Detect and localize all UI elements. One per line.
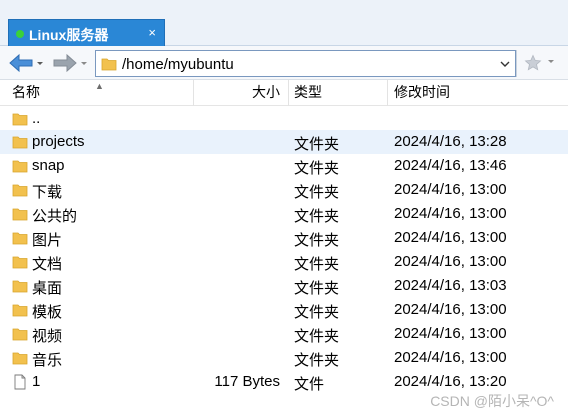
item-modified: 2024/4/16, 13:00 — [394, 181, 507, 198]
list-item[interactable]: snap 文件夹 2024/4/16, 13:46 — [0, 154, 568, 178]
item-size: 117 Bytes — [214, 373, 280, 390]
item-name: 下载 — [32, 184, 63, 201]
list-item-parent[interactable]: .. — [0, 107, 568, 131]
item-name: 图片 — [32, 232, 63, 249]
item-type: 文件夹 — [294, 184, 340, 201]
folder-icon — [12, 232, 28, 245]
file-icon — [14, 374, 26, 390]
column-divider[interactable] — [288, 80, 289, 106]
folder-icon — [12, 328, 28, 341]
list-item[interactable]: 音乐 文件夹 2024/4/16, 13:00 — [0, 346, 568, 370]
toolbar-divider — [516, 50, 517, 77]
item-modified: 2024/4/16, 13:00 — [394, 349, 507, 366]
item-name: 1 — [32, 373, 41, 390]
item-modified: 2024/4/16, 13:00 — [394, 253, 507, 270]
navigation-toolbar: /home/myubuntu — [0, 46, 568, 80]
favorites-chevron-down-icon[interactable] — [546, 57, 556, 67]
item-type: 文件夹 — [294, 256, 340, 273]
address-chevron-down-icon[interactable] — [499, 57, 511, 71]
folder-icon — [12, 208, 28, 221]
back-arrow-icon[interactable] — [8, 53, 34, 73]
folder-icon — [101, 58, 117, 71]
item-type: 文件夹 — [294, 136, 340, 153]
folder-icon — [12, 136, 28, 149]
list-item[interactable]: 公共的 文件夹 2024/4/16, 13:00 — [0, 202, 568, 226]
tab-strip: Linux服务器 × — [0, 0, 568, 46]
item-type: 文件 — [294, 376, 325, 393]
item-type: 文件夹 — [294, 352, 340, 369]
item-modified: 2024/4/16, 13:00 — [394, 229, 507, 246]
list-item[interactable]: projects 文件夹 2024/4/16, 13:28 — [0, 130, 568, 154]
folder-up-icon — [12, 113, 28, 126]
forward-history-chevron-down-icon[interactable] — [78, 55, 90, 71]
item-modified: 2024/4/16, 13:20 — [394, 373, 507, 390]
item-type: 文件夹 — [294, 304, 340, 321]
list-item[interactable]: 图片 文件夹 2024/4/16, 13:00 — [0, 226, 568, 250]
item-name: 视频 — [32, 328, 63, 345]
column-divider[interactable] — [387, 80, 388, 106]
column-header-size[interactable]: 大小 — [252, 80, 280, 106]
column-header-row: ▲ 名称 大小 类型 修改时间 — [0, 80, 568, 106]
item-type: 文件夹 — [294, 328, 340, 345]
forward-arrow-icon[interactable] — [52, 53, 78, 73]
folder-icon — [12, 184, 28, 197]
folder-icon — [12, 256, 28, 269]
item-modified: 2024/4/16, 13:46 — [394, 157, 507, 174]
item-type: 文件夹 — [294, 280, 340, 297]
item-name: .. — [32, 110, 41, 127]
item-modified: 2024/4/16, 13:28 — [394, 133, 507, 150]
item-modified: 2024/4/16, 13:03 — [394, 277, 507, 294]
list-item[interactable]: 下载 文件夹 2024/4/16, 13:00 — [0, 178, 568, 202]
item-type: 文件夹 — [294, 160, 340, 177]
item-name: 公共的 — [32, 208, 78, 225]
folder-icon — [12, 304, 28, 317]
column-header-type[interactable]: 类型 — [294, 80, 322, 106]
list-item[interactable]: 文档 文件夹 2024/4/16, 13:00 — [0, 250, 568, 274]
folder-icon — [12, 160, 28, 173]
address-path[interactable]: /home/myubuntu — [122, 56, 234, 73]
item-modified: 2024/4/16, 13:00 — [394, 325, 507, 342]
file-list: .. projects 文件夹 2024/4/16, 13:28 snap 文件… — [0, 107, 568, 420]
tab-close-icon[interactable]: × — [148, 25, 156, 41]
item-name: 模板 — [32, 304, 63, 321]
list-item[interactable]: 桌面 文件夹 2024/4/16, 13:03 — [0, 274, 568, 298]
item-modified: 2024/4/16, 13:00 — [394, 301, 507, 318]
tab-linux-server[interactable]: Linux服务器 × — [8, 19, 165, 46]
connection-status-icon — [16, 30, 24, 38]
item-name: 音乐 — [32, 352, 63, 369]
column-header-name[interactable]: 名称 — [12, 80, 40, 106]
item-type: 文件夹 — [294, 208, 340, 225]
address-bar[interactable]: /home/myubuntu — [95, 50, 516, 77]
column-divider[interactable] — [193, 80, 194, 106]
folder-icon — [12, 280, 28, 293]
item-type: 文件夹 — [294, 232, 340, 249]
item-modified: 2024/4/16, 13:00 — [394, 205, 507, 222]
folder-icon — [12, 352, 28, 365]
item-name: 文档 — [32, 256, 63, 273]
list-item[interactable]: 视频 文件夹 2024/4/16, 13:00 — [0, 322, 568, 346]
watermark: CSDN @陌小呆^O^ — [430, 393, 554, 409]
list-item[interactable]: 模板 文件夹 2024/4/16, 13:00 — [0, 298, 568, 322]
back-history-chevron-down-icon[interactable] — [34, 55, 46, 71]
sort-ascending-icon: ▲ — [95, 81, 104, 91]
item-name: 桌面 — [32, 280, 63, 297]
item-name: snap — [32, 157, 65, 174]
column-header-modified[interactable]: 修改时间 — [394, 80, 450, 106]
tab-title: Linux服务器 — [29, 27, 109, 43]
favorite-star-icon[interactable] — [524, 54, 542, 72]
item-name: projects — [32, 133, 85, 150]
